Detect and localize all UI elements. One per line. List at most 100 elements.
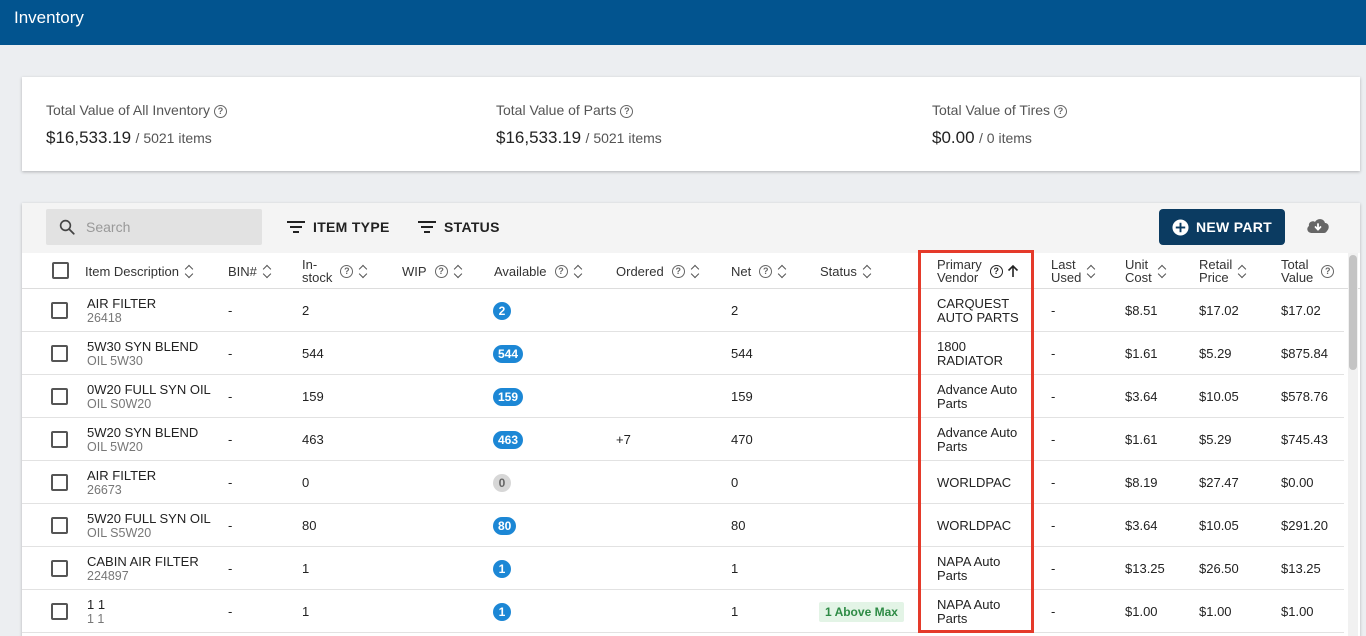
available-badge: 159 (493, 387, 524, 406)
net-cell: 2 (731, 303, 739, 318)
help-icon[interactable]: ? (434, 264, 448, 278)
table-row[interactable]: 5W20 SYN BLEND OIL 5W20-463 463 +7 470 Advanc… (22, 418, 1344, 461)
available-cell: 80 (493, 504, 517, 547)
table-row[interactable]: 5W30 SYN BLEND OIL 5W30-544 544 544 1800 RADI… (22, 332, 1344, 375)
column-wip[interactable]: WIP? (402, 253, 462, 289)
row-checkbox[interactable] (51, 474, 68, 491)
help-icon[interactable]: ? (759, 264, 773, 278)
search-input[interactable] (86, 217, 256, 237)
scrollbar[interactable] (1348, 253, 1358, 636)
bin-cell: - (228, 346, 233, 361)
retail-price-cell: $5.29 (1199, 346, 1232, 361)
item-description-cell[interactable]: AIR FILTER 26418 (87, 289, 227, 332)
column-status[interactable]: Status (820, 253, 871, 289)
sort-icon (691, 264, 699, 278)
column-available[interactable]: Available? (494, 253, 582, 289)
cloud-download-icon[interactable] (1305, 216, 1331, 236)
part-number: OIL 5W20 (87, 439, 143, 454)
search-box[interactable] (46, 209, 262, 245)
column-in-stock[interactable]: In-stock? (302, 253, 367, 289)
column-primary-vendor[interactable]: Primary Vendor? (937, 253, 1019, 289)
table-row[interactable]: AIR FILTER 26418-2 2 2 CARQUEST AUTO PARTS - $8… (22, 289, 1344, 332)
stat-amount: $0.00 (932, 128, 975, 147)
status-badge: 1 Above Max (819, 601, 904, 622)
table-row[interactable]: 5W20 FULL SYN OIL OIL S5W20-80 80 80 WORLDPA… (22, 504, 1344, 547)
row-checkbox[interactable] (51, 345, 68, 362)
vendor-name-line1: WORLDPAC (937, 474, 1012, 490)
column-unit-cost[interactable]: Unit Cost (1125, 253, 1166, 289)
sort-icon (778, 264, 786, 278)
item-description-cell[interactable]: 1 11 1 (87, 590, 227, 633)
primary-vendor-cell: 1800 RADIATOR (937, 332, 1003, 375)
plus-circle-icon (1172, 218, 1189, 236)
table-row[interactable]: 0W20 FULL SYN OIL OIL S0W20-159 159 159 Adva… (22, 375, 1344, 418)
sort-icon (1158, 264, 1166, 278)
column-retail-price[interactable]: Retail Price (1199, 253, 1246, 289)
item-description-cell[interactable]: 5W20 SYN BLEND OIL 5W20 (87, 418, 227, 461)
column-bin[interactable]: BIN# (228, 253, 271, 289)
table-row[interactable]: CABIN AIR FILTER 224897-1 1 1 NAPA Auto Parts… (22, 547, 1344, 590)
help-icon[interactable]: ? (671, 264, 685, 278)
select-all-checkbox[interactable] (52, 262, 69, 279)
primary-vendor-cell: Advance Auto Parts (937, 375, 1017, 418)
help-icon[interactable]: ? (554, 264, 568, 278)
total-value-cell: $17.02 (1281, 303, 1321, 318)
item-description-cell[interactable]: 0W20 FULL SYN OIL OIL S0W20 (87, 375, 227, 418)
help-icon[interactable]: ? (1321, 264, 1335, 278)
row-checkbox[interactable] (51, 560, 68, 577)
item-name: 0W20 FULL SYN OIL (87, 381, 211, 397)
row-checkbox[interactable] (51, 603, 68, 620)
column-item-description[interactable]: Item Description (85, 253, 193, 289)
help-icon[interactable]: ? (620, 104, 634, 118)
vendor-name-line2: Parts (937, 438, 968, 454)
help-icon[interactable]: ? (340, 264, 354, 278)
help-icon[interactable]: ? (989, 264, 1003, 278)
filter-icon (418, 221, 436, 233)
help-icon[interactable]: ? (1054, 104, 1068, 118)
item-description-cell[interactable]: AIR FILTER 26673 (87, 461, 227, 504)
table-row[interactable]: 1 11 1-1111 Above Max NAPA Auto Parts - $1.0… (22, 590, 1344, 633)
stat-count: / 0 items (979, 130, 1032, 146)
row-checkbox[interactable] (51, 388, 68, 405)
primary-vendor-cell: CARQUEST AUTO PARTS (937, 289, 1019, 332)
net-cell: 80 (731, 518, 746, 533)
stat-count: / 5021 items (585, 130, 662, 146)
item-description-cell[interactable]: CABIN AIR FILTER 224897 (87, 547, 227, 590)
available-badge: 544 (493, 344, 524, 363)
scrollbar-thumb[interactable] (1349, 255, 1357, 370)
last-used-cell: - (1051, 475, 1056, 490)
column-net[interactable]: Net? (731, 253, 786, 289)
retail-price-cell: $17.02 (1199, 303, 1239, 318)
table-row[interactable]: AIR FILTER 26673-0 0 0 WORLDPAC - $8.19 $27.47 $… (22, 461, 1344, 504)
sort-icon (185, 264, 193, 278)
part-number: 224897 (87, 568, 129, 583)
vendor-name-line2: Parts (937, 610, 968, 626)
in-stock-cell: 1 (302, 604, 310, 619)
primary-vendor-cell: WORLDPAC (937, 461, 1011, 504)
column-ordered[interactable]: Ordered? (616, 253, 699, 289)
search-icon (59, 219, 75, 235)
total-value-cell: $745.43 (1281, 432, 1328, 447)
unit-cost-cell: $8.19 (1125, 475, 1158, 490)
unit-cost-cell: $13.25 (1125, 561, 1165, 576)
last-used-cell: - (1051, 604, 1056, 619)
unit-cost-cell: $1.61 (1125, 432, 1158, 447)
available-badge: 0 (493, 473, 511, 492)
sort-icon (359, 264, 367, 278)
item-description-cell[interactable]: 5W30 SYN BLEND OIL 5W30 (87, 332, 227, 375)
row-checkbox[interactable] (51, 302, 68, 319)
item-description-cell[interactable]: 5W20 FULL SYN OIL OIL S5W20 (87, 504, 227, 547)
filter-item-type-button[interactable]: ITEM TYPE (287, 217, 390, 237)
help-icon[interactable]: ? (213, 104, 227, 118)
column-last-used[interactable]: Last Used (1051, 253, 1095, 289)
column-total-value[interactable]: Total Value? (1281, 253, 1335, 289)
vendor-name-line2: Parts (937, 395, 968, 411)
primary-vendor-cell: NAPA Auto Parts (937, 547, 1000, 590)
status-cell: 1 Above Max (819, 590, 904, 633)
row-checkbox[interactable] (51, 431, 68, 448)
vendor-name-line1: WORLDPAC (937, 517, 1012, 533)
in-stock-cell: 80 (302, 518, 317, 533)
filter-status-button[interactable]: STATUS (418, 217, 500, 237)
row-checkbox[interactable] (51, 517, 68, 534)
new-part-button[interactable]: NEW PART (1159, 209, 1285, 245)
